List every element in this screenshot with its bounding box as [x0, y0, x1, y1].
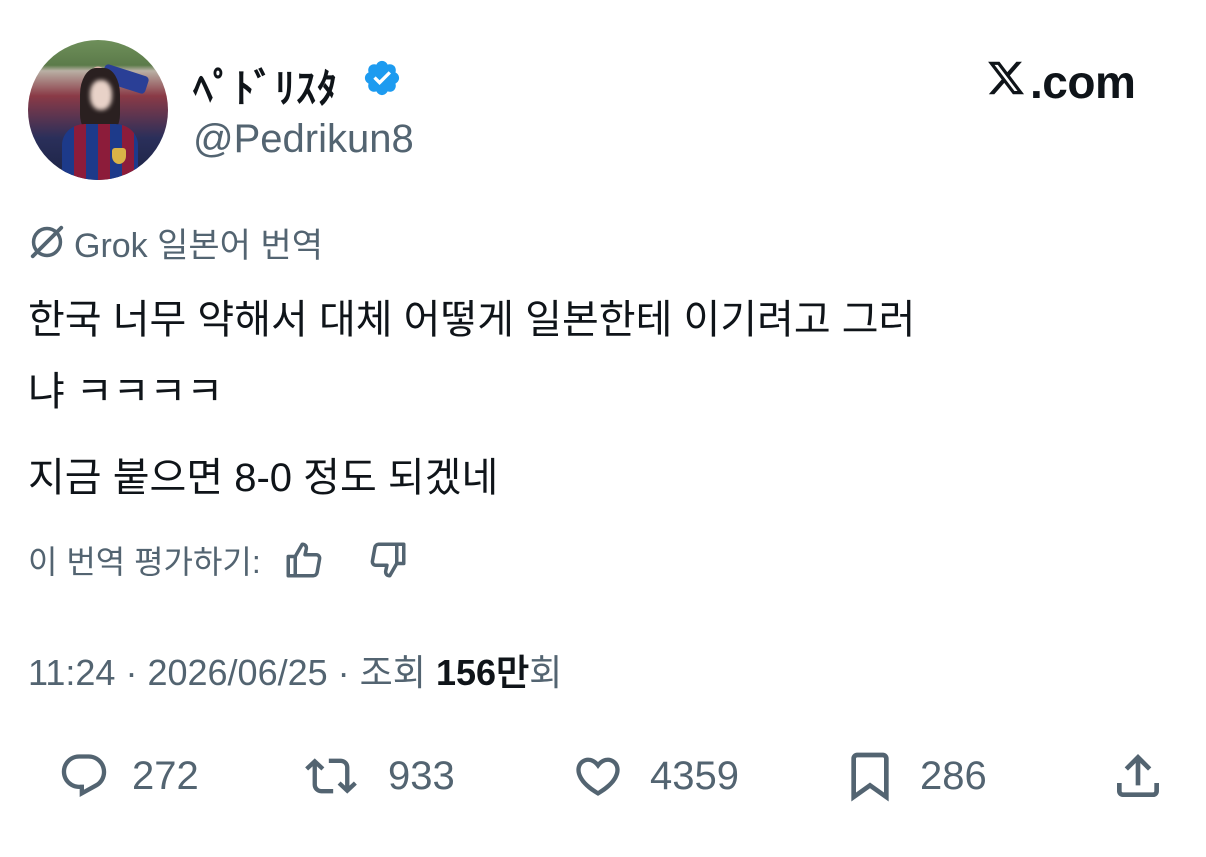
- site-label: .com: [1030, 56, 1136, 108]
- site-brand: .com: [986, 55, 1156, 108]
- verified-badge-icon: [362, 58, 402, 98]
- translation-label: Grok 일본어 번역: [28, 222, 323, 265]
- share-button[interactable]: [1110, 748, 1188, 804]
- tweet-text-line-1: 한국 너무 약해서 대체 어떻게 일본한테 이기려고 그러: [28, 298, 916, 342]
- share-icon: [1117, 754, 1159, 797]
- repost-icon: [305, 758, 357, 794]
- bookmark-button[interactable]: 286: [842, 748, 987, 804]
- tweet-text-line-3: 지금 붙으면 8-0 정도 되겠네: [28, 456, 499, 500]
- display-name[interactable]: ﾍﾟﾄﾞﾘｽﾀ: [193, 56, 338, 114]
- reply-count: 272: [132, 753, 199, 798]
- bookmark-count: 286: [920, 753, 987, 798]
- meta-separator: ·: [125, 652, 138, 693]
- tweet-meta: 11:24 · 2026/06/25 · 조회 156만회: [28, 644, 562, 696]
- repost-count: 933: [388, 753, 455, 798]
- heart-icon: [576, 757, 620, 796]
- thumbs-down-icon: [370, 542, 406, 578]
- translation-label-text: Grok 일본어 번역: [74, 226, 323, 265]
- views-suffix: 회: [529, 652, 563, 693]
- tweet-date[interactable]: 2026/06/25: [147, 652, 327, 693]
- user-handle[interactable]: @Pedrikun8: [193, 117, 414, 162]
- rate-translation: 이 번역 평가하기:: [28, 538, 409, 582]
- grok-icon: [30, 225, 64, 259]
- thumbs-up-button[interactable]: [283, 539, 325, 581]
- rate-translation-label: 이 번역 평가하기:: [28, 544, 261, 580]
- bookmark-icon: [851, 752, 889, 802]
- thumbs-up-icon: [286, 542, 322, 578]
- like-button[interactable]: 4359: [568, 748, 739, 804]
- tweet-time[interactable]: 11:24: [28, 652, 115, 693]
- x-logo-icon: [988, 61, 1025, 95]
- tweet-text-line-2: 냐 ㅋㅋㅋㅋ: [28, 370, 224, 414]
- repost-button[interactable]: 933: [296, 748, 455, 804]
- like-count: 4359: [650, 753, 739, 798]
- thumbs-down-button[interactable]: [367, 539, 409, 581]
- views-count: 156만: [435, 652, 530, 693]
- meta-separator: ·: [337, 652, 350, 693]
- avatar[interactable]: [28, 40, 168, 180]
- reply-button[interactable]: 272: [58, 748, 199, 804]
- views-label: 조회: [359, 652, 426, 693]
- reply-icon: [61, 754, 107, 798]
